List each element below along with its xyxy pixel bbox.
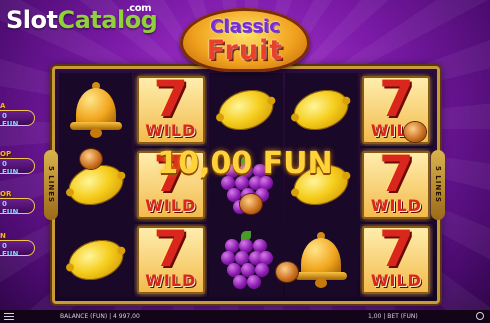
reel-cell: 7 WILD [134, 73, 207, 146]
reel-cell [209, 224, 282, 297]
watermark-com: .com [126, 3, 152, 14]
wild-seven-icon: 7 WILD [362, 148, 431, 219]
jackpot-label: OP [0, 150, 12, 158]
reel-frame: 7 WILD 7 WILD 7 WILD 7 WILD 7 WILD 7 WILD [52, 66, 440, 304]
status-bar: BALANCE (FUN) | 4 997,00 1,00 | BET (FUN… [0, 310, 490, 323]
bell-icon [295, 232, 348, 289]
slotcatalog-watermark: SlotCatalog .com [6, 4, 158, 34]
reel-cell [285, 224, 358, 297]
jackpot-label: OR [0, 190, 12, 198]
lines-label-left: 5 LINES [47, 166, 55, 204]
reel-cell [209, 73, 282, 146]
grapes-icon [219, 231, 273, 290]
coin-icon [80, 149, 102, 169]
wild-label: WILD [370, 271, 422, 291]
game-logo: Classic Fruit [176, 2, 314, 72]
menu-icon[interactable] [4, 313, 14, 320]
reel-column: 7 WILD 7 WILD 7 WILD [359, 73, 433, 297]
reel-cell [59, 224, 132, 297]
bet-display[interactable]: 1,00 | BET (FUN) [368, 313, 418, 320]
wild-label: WILD [145, 195, 197, 215]
wild-label: WILD [370, 195, 422, 215]
reel-cell: 7 WILD [360, 148, 433, 221]
jackpot-label: N [0, 232, 6, 240]
bet-value: 1,00 [368, 313, 382, 320]
balance-label: BALANCE (FUN) [60, 313, 108, 320]
jackpot-value: 0 FUN [2, 200, 19, 216]
reel-cell: 7 WILD [360, 224, 433, 297]
info-icon[interactable] [476, 312, 484, 320]
coin-icon [276, 262, 298, 282]
reel-cell [59, 73, 132, 146]
jackpot-value: 0 FUN [2, 112, 19, 128]
wild-label: WILD [145, 271, 197, 291]
jackpot-value: 0 FUN [2, 242, 19, 258]
seven-glyph: 7 [378, 73, 414, 128]
coin-icon [240, 194, 262, 214]
reel-cell [285, 73, 358, 146]
lemon-icon [288, 82, 354, 137]
lines-indicator-left: 5 LINES [44, 150, 58, 220]
lines-indicator-right: 5 LINES [431, 150, 445, 220]
wild-seven-icon: 7 WILD [136, 223, 205, 295]
logo-title-line2: Fruit [206, 35, 284, 66]
win-amount: 10,00 FUN [157, 146, 333, 181]
reel-column [209, 73, 283, 297]
reel-column [284, 73, 358, 297]
wild-seven-icon: 7 WILD [362, 223, 431, 295]
reel-cell: 7 WILD [134, 224, 207, 297]
lemon-icon [63, 233, 129, 288]
reel-column [59, 73, 133, 297]
seven-glyph: 7 [378, 223, 414, 279]
bet-label: BET (FUN) [387, 313, 418, 320]
wild-seven-icon: 7 WILD [136, 73, 205, 144]
seven-glyph: 7 [153, 223, 189, 279]
seven-glyph: 7 [153, 73, 189, 128]
balance-value: 4 997,00 [113, 313, 140, 320]
watermark-slot: Slot [6, 6, 58, 34]
lines-label-right: 5 LINES [434, 166, 442, 204]
jackpot-value: 0 FUN [2, 160, 19, 176]
lemon-icon [213, 82, 279, 137]
jackpot-label: A [0, 102, 6, 110]
bell-icon [69, 81, 122, 138]
reel-grid: 7 WILD 7 WILD 7 WILD 7 WILD 7 WILD 7 WILD [59, 73, 433, 297]
logo-title-line1: Classic [210, 16, 280, 37]
coin-icon [404, 122, 426, 142]
reel-column: 7 WILD 7 WILD 7 WILD [134, 73, 208, 297]
balance-display: BALANCE (FUN) | 4 997,00 [60, 313, 140, 320]
seven-glyph: 7 [378, 148, 414, 203]
wild-label: WILD [145, 120, 197, 140]
